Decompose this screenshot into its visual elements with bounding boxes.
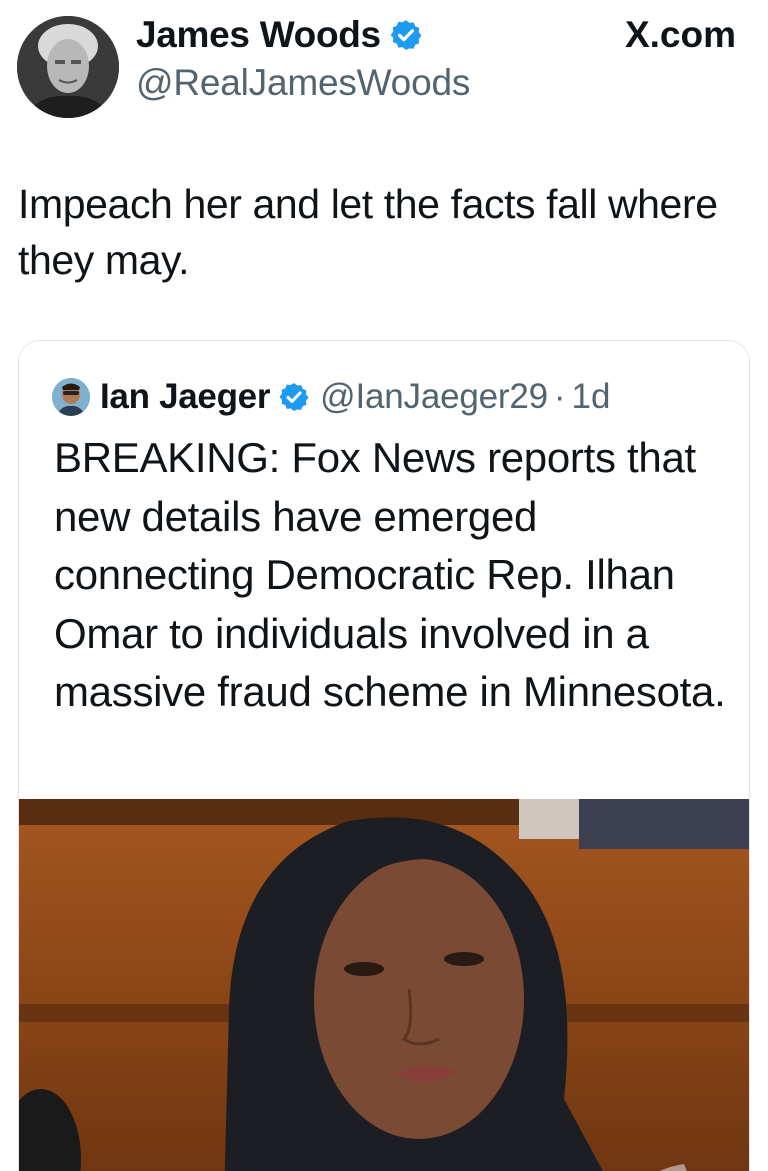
quoted-tweet-text: BREAKING: Fox News reports that new deta… [54,434,726,715]
verified-badge-icon [389,18,423,52]
author-avatar[interactable] [17,16,119,118]
quoted-tweet-time[interactable]: 1d [572,377,611,417]
author-handle[interactable]: @RealJamesWoods [136,62,470,104]
quoted-tweet-photo[interactable] [19,799,749,1171]
quoted-author-name[interactable]: Ian Jaeger [100,377,270,417]
tweet-text: Impeach her and let the facts fall where… [18,181,718,283]
author-name-row: James Woods [136,12,423,58]
site-label: X.com [624,14,736,55]
quoted-tweet-card[interactable]: Ian Jaeger @IanJaeger29 · 1d BREAKING: F… [18,340,750,1171]
quoted-tweet-header: Ian Jaeger @IanJaeger29 · 1d [52,375,610,419]
tweet-header: James Woods @RealJamesWoods X.com [0,0,768,130]
quoted-author-avatar[interactable] [52,378,90,416]
quoted-author-handle[interactable]: @IanJaeger29 [320,377,548,417]
separator-dot: · [553,377,566,416]
author-name[interactable]: James Woods [136,14,381,56]
verified-badge-icon [278,381,310,413]
